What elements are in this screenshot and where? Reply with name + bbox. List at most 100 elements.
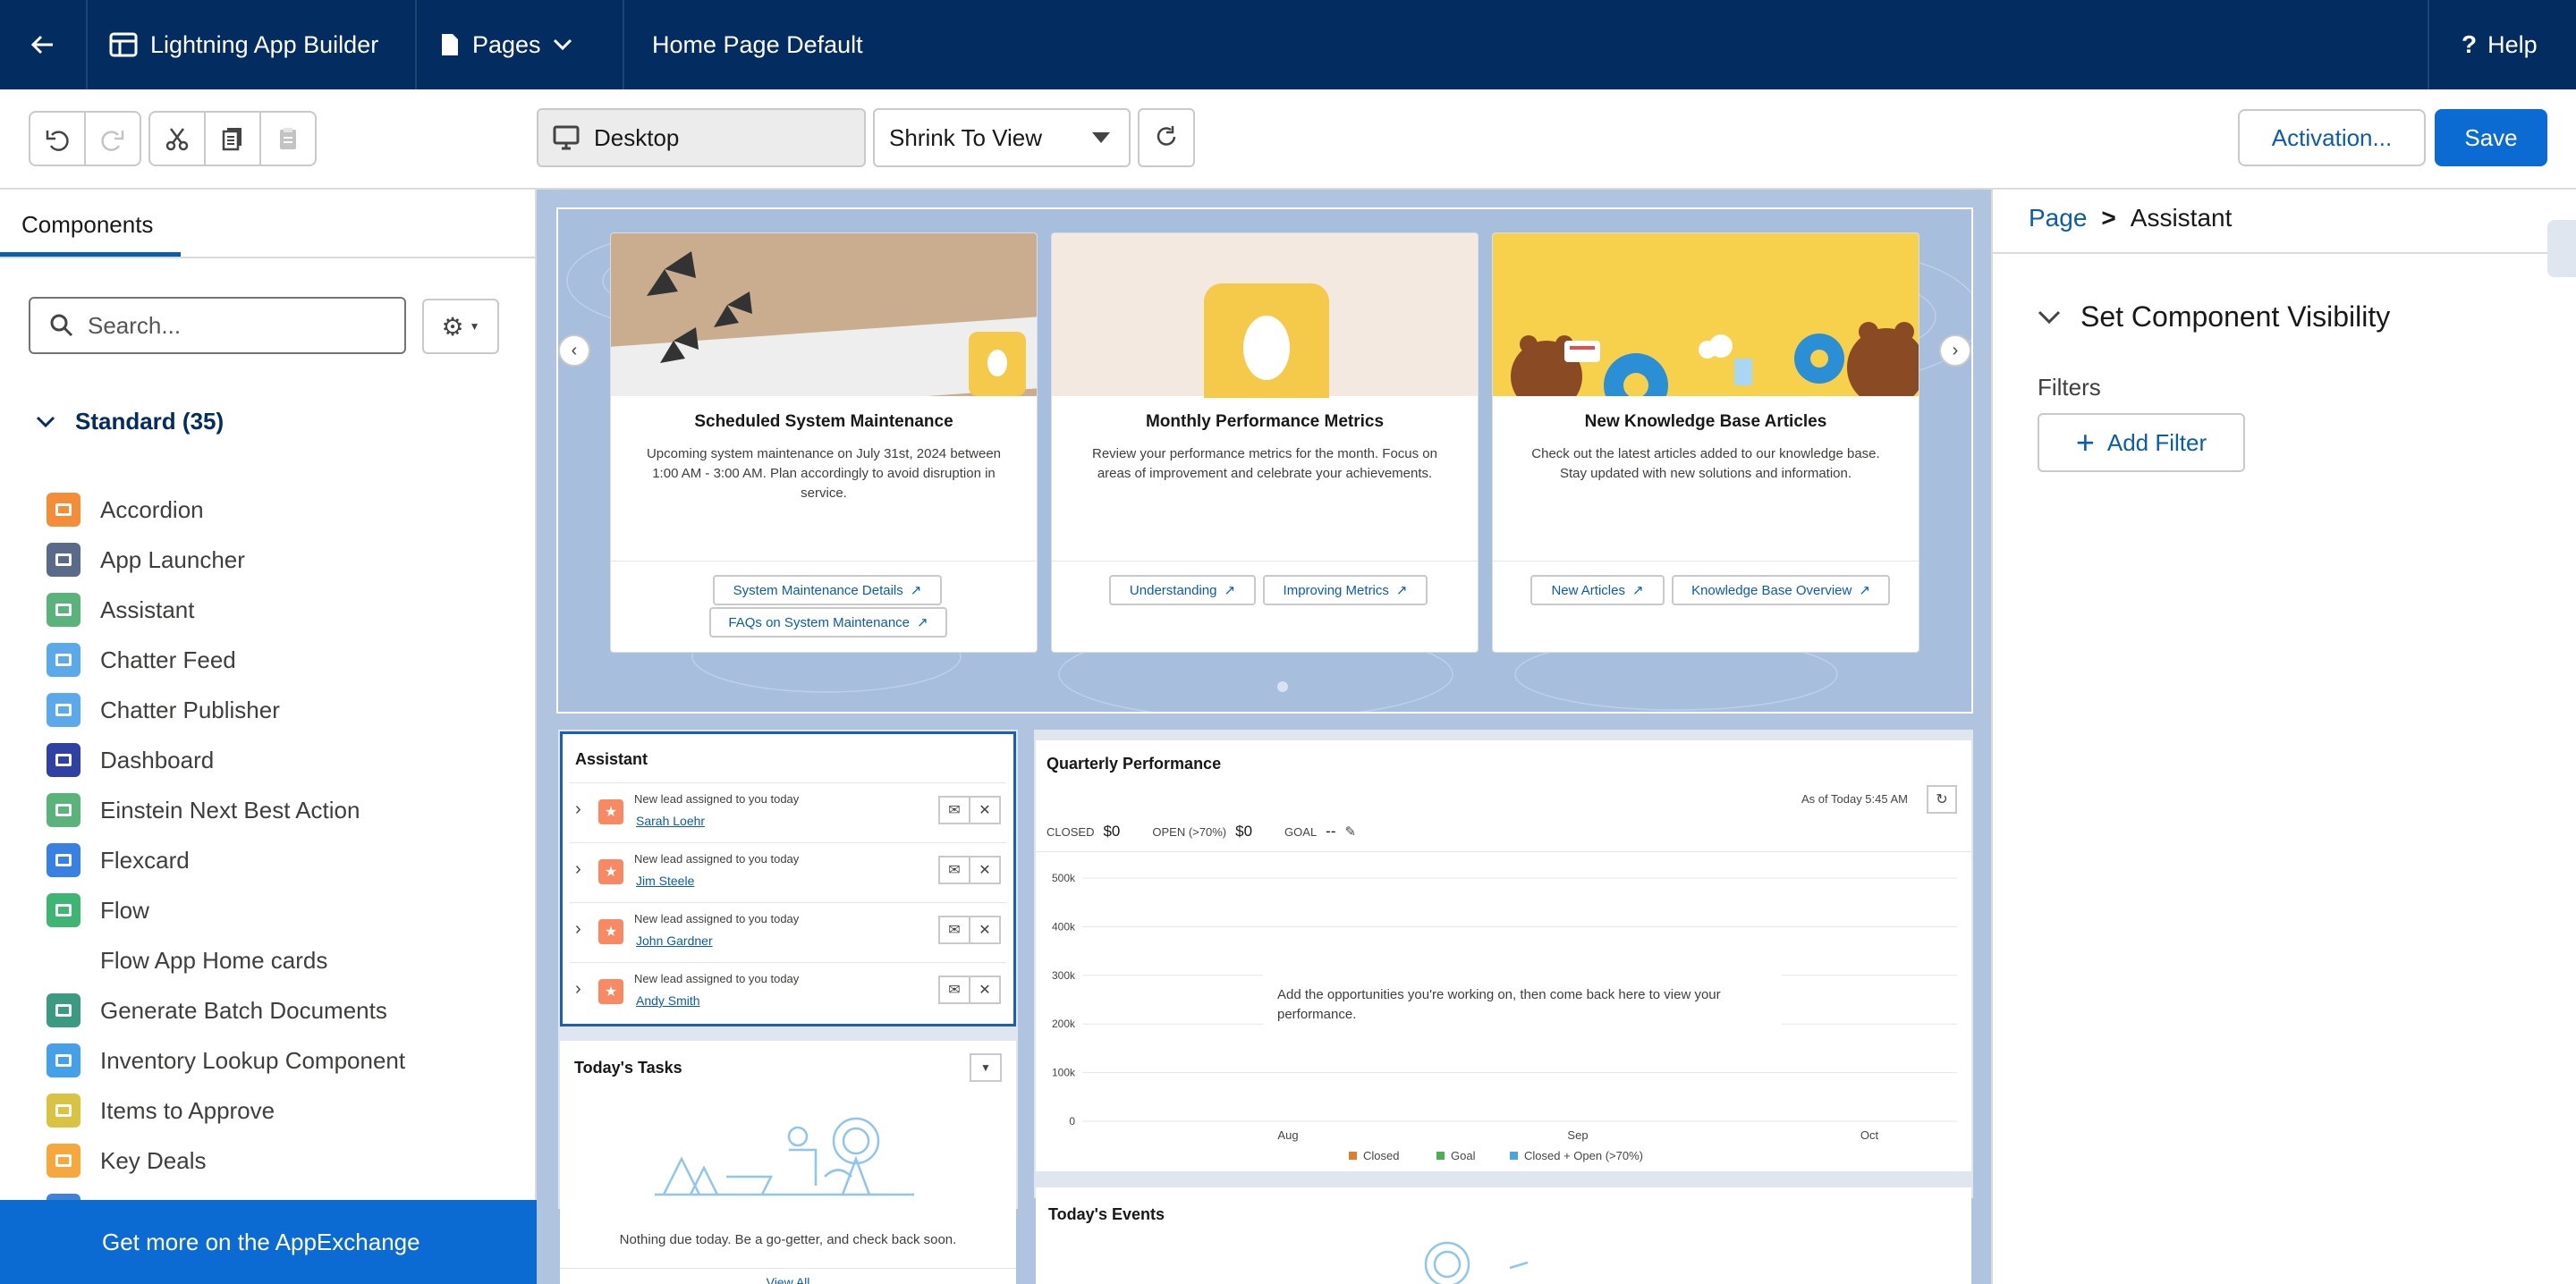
email-button[interactable]: ✉ <box>938 796 970 824</box>
dismiss-button[interactable]: ✕ <box>969 796 1001 824</box>
help-button[interactable]: ? Help <box>2462 0 2538 89</box>
email-button[interactable]: ✉ <box>938 916 970 944</box>
carousel-card-knowledge: New Knowledge Base Articles Check out th… <box>1492 232 1919 653</box>
assistant-item[interactable]: › ★ New lead assigned to you today John Gar… <box>570 902 1006 961</box>
refresh-icon: ↻ <box>1936 792 1948 807</box>
quarterly-performance-component[interactable]: Quarterly Performance As of Today 5:45 A… <box>1036 740 1971 1171</box>
tab-components[interactable]: Components <box>21 211 153 239</box>
legend-label: Goal <box>1451 1149 1476 1162</box>
search-input[interactable]: Search... <box>29 297 406 354</box>
faqs-maintenance-link[interactable]: FAQs on System Maintenance ↗ <box>709 607 947 638</box>
chevron-right-icon[interactable]: › <box>575 859 581 880</box>
card-title: Monthly Performance Metrics <box>1145 412 1385 431</box>
y-tick-label: 500k <box>1052 872 1076 884</box>
redo-button[interactable] <box>84 111 141 166</box>
paste-icon <box>280 128 296 149</box>
performance-refresh-button[interactable]: ↻ <box>1927 785 1957 814</box>
component-item[interactable]: Flexcard <box>47 842 190 878</box>
component-item[interactable]: Assistant <box>47 592 195 628</box>
tasks-menu-button[interactable]: ▼ <box>970 1053 1002 1082</box>
inventory-icon <box>47 1043 80 1077</box>
chevron-right-icon[interactable]: › <box>575 919 581 940</box>
component-item[interactable]: Chatter Feed <box>47 642 236 678</box>
legend-label: Closed <box>1363 1149 1399 1162</box>
edit-goal-icon[interactable]: ✎ <box>1345 824 1357 840</box>
email-button[interactable]: ✉ <box>938 856 970 884</box>
closed-label: CLOSED <box>1046 825 1095 839</box>
component-item[interactable]: Chatter Publisher <box>47 692 280 728</box>
panel-collapse-handle[interactable] <box>2547 220 2576 277</box>
knowledge-base-overview-link[interactable]: Knowledge Base Overview ↗ <box>1672 575 1890 605</box>
new-articles-link[interactable]: New Articles ↗ <box>1530 575 1665 605</box>
card-title: New Knowledge Base Articles <box>1584 412 1827 431</box>
copy-button[interactable] <box>204 111 261 166</box>
carousel-prev-button[interactable]: ‹ <box>558 334 590 367</box>
search-icon <box>50 314 73 337</box>
legend-label: Closed + Open (>70%) <box>1524 1149 1643 1162</box>
component-item[interactable]: Dashboard <box>47 742 214 778</box>
standard-section-header[interactable]: Standard (35) <box>36 408 224 435</box>
toolbar: Desktop Shrink To View Activation... Sav… <box>0 89 2576 190</box>
add-filter-button[interactable]: + Add Filter <box>2038 413 2245 472</box>
dismiss-button[interactable]: ✕ <box>969 856 1001 884</box>
external-link-icon: ↗ <box>1631 583 1644 598</box>
link-label: Knowledge Base Overview <box>1691 582 1852 598</box>
zoom-select[interactable]: Shrink To View <box>873 108 1131 167</box>
activation-button[interactable]: Activation... <box>2238 109 2426 166</box>
chevron-right-icon[interactable]: › <box>575 979 581 1000</box>
component-item[interactable]: Items to Approve <box>47 1093 275 1128</box>
tab-divider <box>0 257 537 258</box>
assistant-item-lead-link[interactable]: Sarah Loehr <box>636 814 705 828</box>
assistant-item[interactable]: › ★ New lead assigned to you today Andy Smi… <box>570 962 1006 1021</box>
view-all-link[interactable]: View All <box>560 1275 1016 1284</box>
understanding-link[interactable]: Understanding ↗ <box>1109 575 1256 605</box>
assistant-item-lead-link[interactable]: Andy Smith <box>636 993 700 1008</box>
component-item[interactable]: Flow <box>47 892 149 928</box>
pages-menu[interactable]: Pages <box>440 0 573 89</box>
device-selector[interactable]: Desktop <box>537 108 866 167</box>
todays-tasks-component[interactable]: Today's Tasks ▼ Nothing due today. Be a … <box>560 1041 1016 1284</box>
assistant-item-lead-link[interactable]: John Gardner <box>636 933 713 948</box>
device-label: Desktop <box>594 123 680 151</box>
assistant-item-lead-link[interactable]: Jim Steele <box>636 874 694 888</box>
component-item[interactable]: Accordion <box>47 492 204 528</box>
app-launcher-icon <box>47 543 80 577</box>
external-link-icon: ↗ <box>1859 583 1870 598</box>
chevron-right-icon[interactable]: › <box>575 799 581 820</box>
link-label: New Articles <box>1551 582 1625 598</box>
appexchange-link[interactable]: Get more on the AppExchange <box>0 1200 537 1284</box>
carousel-region[interactable]: ‹ › Scheduled System Maintenance Upcomin… <box>556 207 1973 714</box>
y-tick-label: 200k <box>1052 1018 1076 1030</box>
carousel-next-button[interactable]: › <box>1939 334 1971 367</box>
visibility-section-header[interactable]: Set Component Visibility <box>2038 300 2390 334</box>
lead-icon: ★ <box>598 979 623 1004</box>
refresh-button[interactable] <box>1138 108 1195 167</box>
todays-events-component[interactable]: Today's Events <box>1036 1187 1971 1284</box>
email-button[interactable]: ✉ <box>938 976 970 1004</box>
bears-gears-icon <box>1511 322 1919 396</box>
component-label: Key Deals <box>100 1146 207 1174</box>
system-maintenance-details-link[interactable]: System Maintenance Details ↗ <box>713 575 942 605</box>
component-item[interactable]: Inventory Lookup Component <box>47 1043 405 1078</box>
carousel-dot[interactable] <box>1277 681 1288 692</box>
assistant-component[interactable]: Assistant › ★ New lead assigned to you tod… <box>560 731 1016 1026</box>
component-item[interactable]: Generate Batch Documents <box>47 993 387 1028</box>
save-button[interactable]: Save <box>2435 109 2547 166</box>
breadcrumb-page-link[interactable]: Page <box>2029 204 2087 232</box>
undo-button[interactable] <box>29 111 86 166</box>
assistant-item[interactable]: › ★ New lead assigned to you today Sarah Lo… <box>570 782 1006 841</box>
component-item[interactable]: Key Deals <box>47 1143 207 1178</box>
settings-menu-button[interactable]: ⚙ ▼ <box>422 299 499 354</box>
dismiss-button[interactable]: ✕ <box>969 976 1001 1004</box>
back-button[interactable] <box>0 0 86 89</box>
paste-button[interactable] <box>259 111 317 166</box>
dismiss-button[interactable]: ✕ <box>969 916 1001 944</box>
improving-metrics-link[interactable]: Improving Metrics ↗ <box>1263 575 1428 605</box>
assistant-item[interactable]: › ★ New lead assigned to you today Jim Stee… <box>570 842 1006 901</box>
component-label: Chatter Feed <box>100 646 236 673</box>
card-title: Scheduled System Maintenance <box>694 412 953 431</box>
component-item[interactable]: Flow App Home cards <box>47 942 327 978</box>
component-item[interactable]: Einstein Next Best Action <box>47 792 360 828</box>
component-item[interactable]: App Launcher <box>47 542 245 578</box>
cut-button[interactable] <box>148 111 206 166</box>
